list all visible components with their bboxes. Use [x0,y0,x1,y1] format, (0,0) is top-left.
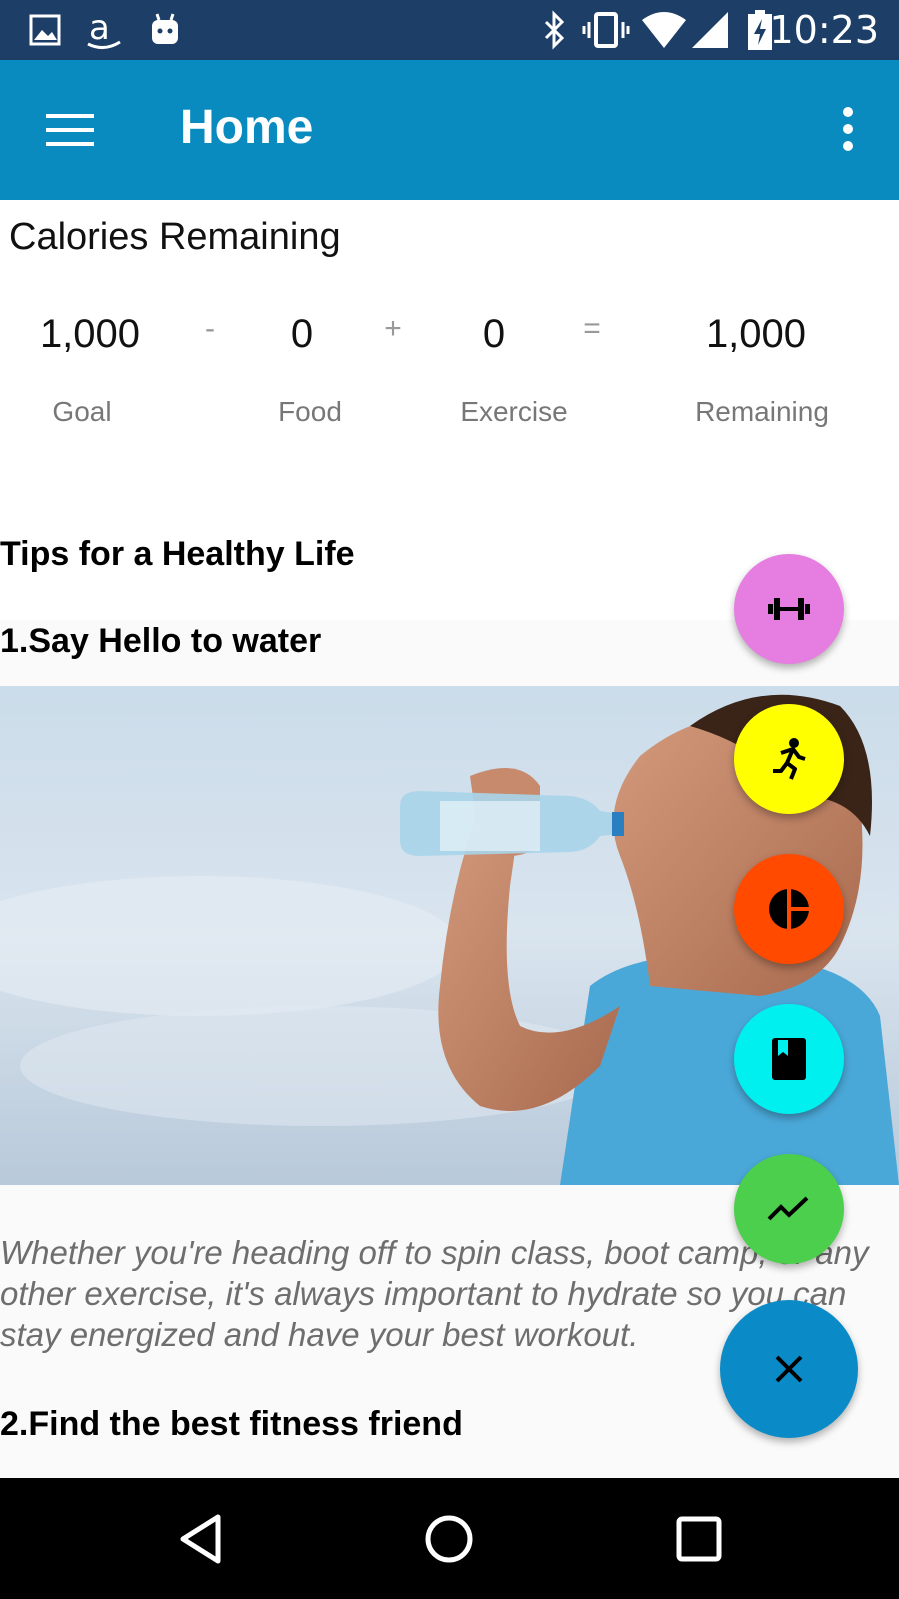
gallery-icon [29,14,61,46]
wifi-icon [642,12,686,48]
plus-operator: + [384,312,402,345]
dumbbell-icon [768,598,810,620]
running-icon [773,738,806,780]
trending-icon [767,1196,809,1221]
minus-operator: - [205,312,215,345]
signal-icon [692,12,728,48]
navigation-bar [0,1478,899,1599]
fab-diary-button[interactable] [734,1004,844,1114]
fab-nutrition-button[interactable] [734,854,844,964]
tip-2-title: 2.Find the best fitness friend [0,1405,463,1443]
exercise-label: Exercise [460,396,568,427]
app-bar: Home [0,60,899,200]
goal-label: Goal [52,396,112,427]
goal-value: 1,000 [39,312,141,356]
calories-heading: Calories Remaining [9,216,341,258]
tip-1-title: 1.Say Hello to water [0,622,322,660]
back-icon[interactable] [178,1514,224,1564]
android-icon [152,13,178,44]
more-options-icon[interactable] [841,106,855,152]
remaining-label: Remaining [695,396,829,427]
fab-exercise-button[interactable] [734,554,844,664]
food-value: 0 [290,312,314,356]
status-time: 10:23 [769,8,879,52]
close-icon [775,1355,803,1383]
diary-icon [772,1038,806,1080]
page-title: Home [180,101,314,154]
vibrate-icon [582,12,630,48]
equals-operator: = [583,312,601,345]
home-icon[interactable] [424,1514,474,1564]
recents-icon[interactable] [676,1516,722,1562]
exercise-value: 0 [482,312,506,356]
svg-text:a: a [89,10,110,48]
tips-heading: Tips for a Healthy Life [0,535,355,573]
food-label: Food [278,396,342,427]
amazon-icon: a [87,10,121,49]
fab-activity-button[interactable] [734,704,844,814]
hamburger-menu-icon[interactable] [46,110,94,150]
remaining-value: 1,000 [705,312,807,356]
bluetooth-icon [544,10,565,50]
status-bar: a 10:23 [0,0,899,60]
fab-progress-button[interactable] [734,1154,844,1264]
fab-close-button[interactable] [720,1300,858,1438]
pie-chart-icon [769,888,810,930]
